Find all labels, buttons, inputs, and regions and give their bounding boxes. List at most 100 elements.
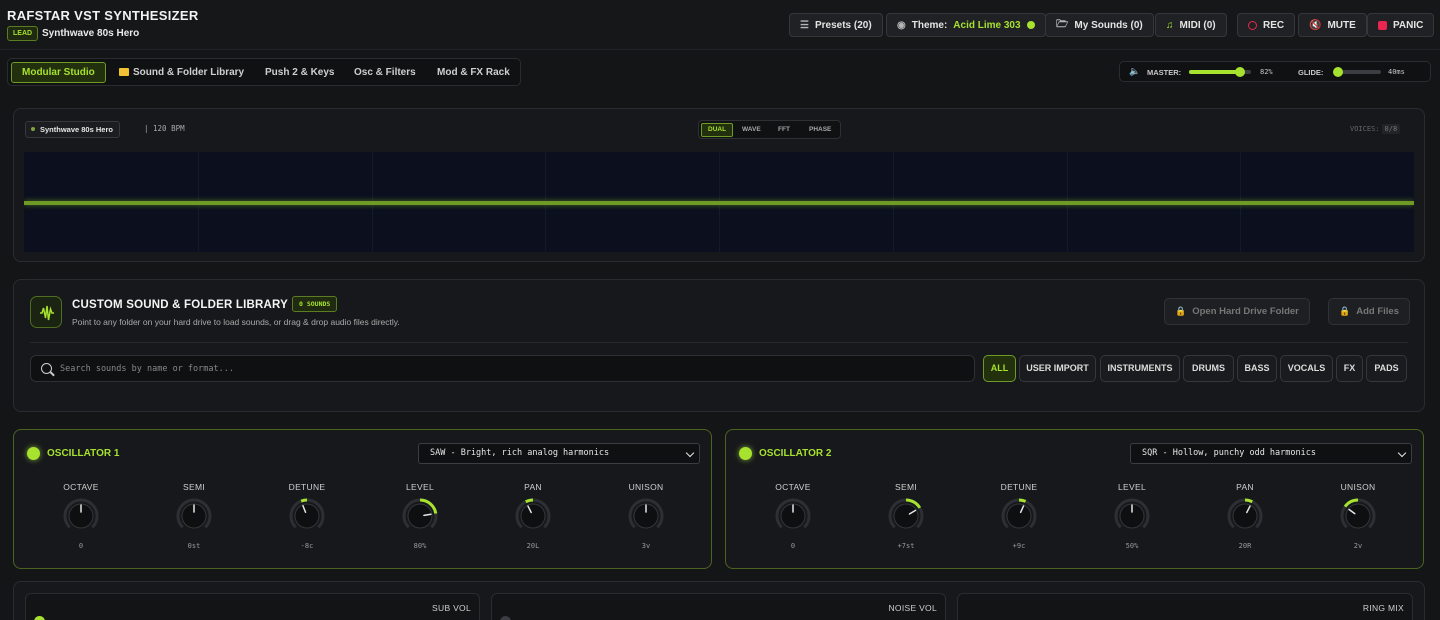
knob-value-arc	[1018, 498, 1027, 503]
filter-bass[interactable]: BASS	[1237, 355, 1277, 382]
osc2-waveform-select[interactable]: SQR - Hollow, punchy odd harmonics	[1130, 443, 1412, 464]
scope-mode-dual[interactable]: DUAL	[701, 123, 734, 137]
midi-icon: ♫	[1166, 19, 1174, 31]
knob-label: DETUNE	[288, 482, 326, 492]
knob-value: -8c	[300, 542, 314, 550]
scope-mode-phase[interactable]: PHASE	[803, 123, 837, 137]
knob-octave[interactable]: OCTAVE 0	[748, 482, 838, 562]
knob-value: 50%	[1125, 542, 1139, 550]
knob-dial[interactable]	[1225, 496, 1265, 536]
search-input[interactable]	[60, 361, 960, 377]
knob-dial[interactable]	[174, 496, 214, 536]
tab-osc-filters[interactable]: Osc & Filters	[344, 62, 426, 83]
osc1-enable-toggle[interactable]	[27, 447, 40, 460]
scope-mode-wave[interactable]: WAVE	[736, 123, 767, 137]
knob-label: OCTAVE	[775, 482, 811, 492]
master-slider-fill	[1189, 70, 1240, 74]
sub-osc-card: SUB VOL	[25, 593, 480, 620]
rec-button[interactable]: REC	[1237, 13, 1296, 37]
add-files-button[interactable]: 🔒 Add Files	[1328, 298, 1410, 325]
knob-value: 80%	[413, 542, 427, 550]
knob-label: PAN	[1236, 482, 1254, 492]
my-sounds-button[interactable]: 🗁 My Sounds (0)	[1045, 13, 1154, 37]
oscilloscope-display	[24, 152, 1414, 252]
knob-level[interactable]: LEVEL 80%	[375, 482, 465, 562]
app-header: RAFSTAR VST SYNTHESIZER LEAD Synthwave 8…	[0, 0, 1440, 50]
knob-level[interactable]: LEVEL 50%	[1087, 482, 1177, 562]
filter-fx[interactable]: FX	[1336, 355, 1363, 382]
patch-name: Synthwave 80s Hero	[42, 28, 140, 39]
knob-value-arc	[525, 498, 534, 504]
glide-value: 40ms	[1388, 68, 1405, 76]
knob-dial[interactable]	[1338, 496, 1378, 536]
sound-count-badge: 0 SOUNDS	[292, 296, 338, 312]
knob-dial[interactable]	[626, 496, 666, 536]
knob-dial[interactable]	[287, 496, 327, 536]
knob-semi[interactable]: SEMI +7st	[861, 482, 951, 562]
knob-dial[interactable]	[886, 496, 926, 536]
filter-instruments[interactable]: INSTRUMENTS	[1100, 355, 1180, 382]
knob-octave[interactable]: OCTAVE 0	[36, 482, 126, 562]
knob-label: OCTAVE	[63, 482, 99, 492]
knob-dial[interactable]	[513, 496, 553, 536]
knob-label: UNISON	[1340, 482, 1376, 492]
filter-user-import[interactable]: USER IMPORT	[1019, 355, 1096, 382]
master-slider-thumb[interactable]	[1235, 67, 1245, 77]
scope-mode-fft[interactable]: FFT	[772, 123, 796, 137]
osc1-title: OSCILLATOR 1	[47, 448, 120, 459]
waveform-icon	[30, 296, 62, 328]
midi-button[interactable]: ♫ MIDI (0)	[1155, 13, 1227, 37]
filter-all[interactable]: ALL	[983, 355, 1016, 382]
knob-pan[interactable]: PAN 20R	[1200, 482, 1290, 562]
sub-vol-label: SUB VOL	[432, 603, 471, 613]
knob-dial[interactable]	[61, 496, 101, 536]
panic-button[interactable]: PANIC	[1367, 13, 1435, 37]
tab-mod-fx-rack[interactable]: Mod & FX Rack	[427, 62, 520, 83]
osc2-enable-toggle[interactable]	[739, 447, 752, 460]
knob-value: 3v	[641, 542, 651, 550]
sub-enable-toggle[interactable]	[34, 616, 45, 620]
noise-vol-label: NOISE VOL	[888, 603, 937, 613]
presets-button[interactable]: ☰ Presets (20)	[789, 13, 883, 37]
knob-dial[interactable]	[773, 496, 813, 536]
folder-icon	[119, 68, 129, 76]
glide-label: GLIDE:	[1298, 68, 1324, 77]
library-title: CUSTOM SOUND & FOLDER LIBRARY	[72, 299, 288, 311]
knob-semi[interactable]: SEMI 0st	[149, 482, 239, 562]
master-value: 82%	[1260, 68, 1273, 76]
filter-drums[interactable]: DRUMS	[1183, 355, 1234, 382]
speaker-icon: 🔈	[1129, 66, 1141, 76]
knob-dial[interactable]	[1112, 496, 1152, 536]
master-slider[interactable]	[1189, 67, 1251, 77]
mute-button[interactable]: 🔇 MUTE	[1298, 13, 1367, 37]
knob-pan[interactable]: PAN 20L	[488, 482, 578, 562]
osc1-waveform-select[interactable]: SAW - Bright, rich analog harmonics	[418, 443, 700, 464]
knob-label: LEVEL	[406, 482, 434, 492]
speaker-mute-icon: 🔇	[1309, 19, 1322, 31]
palette-icon: ◉	[897, 19, 906, 31]
scope-mode-selector: DUAL WAVE FFT PHASE	[698, 120, 841, 139]
glide-slider-thumb[interactable]	[1333, 67, 1343, 77]
knob-unison[interactable]: UNISON 2v	[1313, 482, 1403, 562]
noise-card: NOISE VOL	[491, 593, 946, 620]
waveform-trace	[24, 201, 1414, 205]
sound-search	[30, 355, 975, 382]
glide-slider[interactable]	[1333, 67, 1381, 77]
main-tabs: Modular Studio Sound & Folder Library Pu…	[7, 58, 521, 86]
filter-vocals[interactable]: VOCALS	[1280, 355, 1333, 382]
knob-dial[interactable]	[400, 496, 440, 536]
knob-detune[interactable]: DETUNE +9c	[974, 482, 1064, 562]
knob-detune[interactable]: DETUNE -8c	[262, 482, 352, 562]
filter-pads[interactable]: PADS	[1366, 355, 1407, 382]
knob-unison[interactable]: UNISON 3v	[601, 482, 691, 562]
library-subtitle: Point to any folder on your hard drive t…	[72, 317, 400, 327]
tab-push2-keys[interactable]: Push 2 & Keys	[255, 62, 344, 83]
lock-icon: 🔒	[1339, 306, 1351, 316]
ring-mod-card: RING MIX	[957, 593, 1413, 620]
noise-enable-toggle[interactable]	[500, 616, 511, 620]
open-folder-button[interactable]: 🔒 Open Hard Drive Folder	[1164, 298, 1310, 325]
knob-dial[interactable]	[999, 496, 1039, 536]
tab-sound-folder-library[interactable]: Sound & Folder Library	[109, 62, 254, 83]
theme-button[interactable]: ◉ Theme: Acid Lime 303	[886, 13, 1046, 37]
tab-modular-studio[interactable]: Modular Studio	[11, 62, 106, 83]
